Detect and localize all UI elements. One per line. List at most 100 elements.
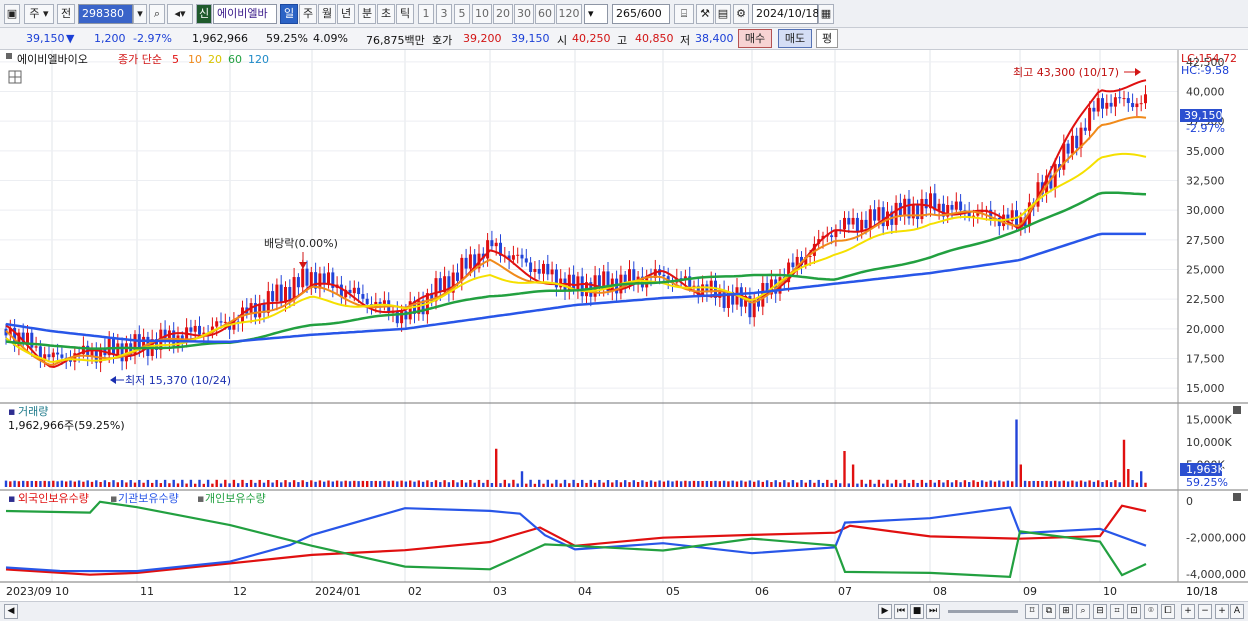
eval-button[interactable]: 평 (816, 29, 838, 48)
volume-bar (899, 483, 902, 487)
layout-icon[interactable]: ▣ (4, 4, 20, 24)
volume-bar (946, 480, 949, 487)
first-page-icon[interactable]: ⏮ (894, 604, 908, 619)
volume-bar (787, 482, 790, 487)
candle-body (296, 277, 300, 288)
chart-scrollbar[interactable]: ◀ ▶ ⏮ ■ ⏭ ⌑ ⧉ ⊞ ⌕ ⊟ ⌗ ⊡ ⌾ ⧠ + − + A (0, 601, 1248, 621)
buy-button[interactable]: 매수 (738, 29, 772, 48)
code-dropdown-icon[interactable]: ▾ (133, 4, 147, 24)
zoom-tool-3-icon[interactable]: ⊞ (1059, 604, 1073, 619)
volume-bar (851, 464, 855, 487)
volume-bar (387, 481, 390, 487)
interval-120[interactable]: 120 (556, 4, 582, 24)
interval-1[interactable]: 1 (418, 4, 434, 24)
holdings-close-icon[interactable] (1233, 493, 1241, 501)
volume-bar (649, 480, 653, 487)
zoom-tool-5-icon[interactable]: ⊟ (1093, 604, 1107, 619)
volume-bar (327, 480, 330, 487)
sell-button[interactable]: 매도 (778, 29, 812, 48)
x-tick: 02 (408, 585, 422, 598)
volume-close-icon[interactable] (1233, 406, 1241, 414)
speaker-icon[interactable]: ◂▾ (167, 4, 193, 24)
x-tick: 05 (666, 585, 680, 598)
zoom-tool-6-icon[interactable]: ⌗ (1110, 604, 1124, 619)
x-tick: 09 (1023, 585, 1037, 598)
volume-bar (589, 479, 592, 487)
candle-body (1083, 127, 1087, 131)
period-month[interactable]: 월 (318, 4, 336, 24)
date-input[interactable]: 2024/10/18 (752, 4, 819, 24)
panel-handle-icon[interactable] (6, 53, 12, 59)
zoom-tool-2-icon[interactable]: ⧉ (1042, 604, 1056, 619)
scroll-left-icon[interactable]: ◀ (4, 604, 18, 619)
volume-bar (636, 481, 640, 487)
price-tick: 30,000 (1186, 204, 1225, 217)
volume-bar (133, 482, 137, 487)
quote-label: 호가 (432, 34, 453, 47)
stop-icon[interactable]: ■ (910, 604, 924, 619)
zoom-tool-1-icon[interactable]: ⌑ (1025, 604, 1039, 619)
candle-body (851, 217, 855, 225)
count-field[interactable]: 265/600 (612, 4, 670, 24)
period-second[interactable]: 초 (377, 4, 395, 24)
zoom-in-icon[interactable]: + (1181, 604, 1195, 619)
volume-bar (1131, 480, 1134, 487)
volume-bar (546, 479, 549, 487)
chart-type-icon[interactable]: ⌸ (674, 4, 694, 24)
volume-bar (189, 479, 193, 487)
period-tick[interactable]: 틱 (396, 4, 414, 24)
interval-5[interactable]: 5 (454, 4, 470, 24)
reset-icon[interactable]: + (1215, 604, 1229, 619)
interval-30[interactable]: 30 (514, 4, 534, 24)
x-tick: 10 (1103, 585, 1117, 598)
volume-bar (563, 479, 567, 487)
font-size-icon[interactable]: A (1230, 604, 1244, 619)
search-icon[interactable]: ⌕ (149, 4, 165, 24)
zoom-tool-4-icon[interactable]: ⌕ (1076, 604, 1090, 619)
zoom-slider[interactable] (948, 610, 1018, 613)
volume-bar (624, 480, 627, 487)
price-tick: 32,500 (1186, 175, 1225, 188)
legend-sep-1: ▪ (110, 492, 117, 505)
chart-area[interactable]: 에이비엘바이오 종가 단순 5 10 20 60 120 최고 43,300 (… (0, 50, 1248, 601)
interval-3[interactable]: 3 (436, 4, 452, 24)
period-day[interactable]: 일 (280, 4, 298, 24)
candle-body (288, 286, 292, 301)
prev-button[interactable]: 전 (57, 4, 75, 24)
market-select[interactable]: 주 ▾ (24, 4, 54, 24)
volume-bar (447, 482, 451, 487)
candle-body (215, 321, 219, 327)
candle-body (533, 268, 537, 272)
period-year[interactable]: 년 (337, 4, 355, 24)
interval-60[interactable]: 60 (535, 4, 555, 24)
interval-dropdown[interactable]: ▾ (584, 4, 608, 24)
save-icon[interactable]: ▤ (715, 4, 731, 24)
zoom-out-icon[interactable]: − (1198, 604, 1212, 619)
scroll-right-icon[interactable]: ▶ (878, 604, 892, 619)
volume-bar (727, 481, 730, 487)
tools-icon[interactable]: ⚒ (696, 4, 714, 24)
stock-name-field[interactable]: 에이비엘바 (213, 4, 277, 24)
interval-10[interactable]: 10 (472, 4, 492, 24)
chart-toolbar: ▣ 주 ▾ 전 298380 ▾ ⌕ ◂▾ 신 에이비엘바 일 주 월 년 분 … (0, 0, 1248, 28)
calendar-icon[interactable]: ▦ (818, 4, 834, 24)
zoom-tool-8-icon[interactable]: ⌾ (1144, 604, 1158, 619)
period-week[interactable]: 주 (299, 4, 317, 24)
zoom-tool-7-icon[interactable]: ⊡ (1127, 604, 1141, 619)
volume-bar (529, 479, 532, 487)
stock-code-input[interactable]: 298380 (78, 4, 133, 24)
legend-ma60: 60 (228, 53, 242, 66)
x-tick: 12 (233, 585, 247, 598)
gear-icon[interactable]: ⚙ (733, 4, 749, 24)
legend-close: 종가 단순 (118, 53, 162, 66)
interval-20[interactable]: 20 (493, 4, 513, 24)
volume-bar (176, 483, 180, 487)
zoom-tool-9-icon[interactable]: ⧠ (1161, 604, 1175, 619)
period-minute[interactable]: 분 (358, 4, 376, 24)
candle-body (193, 325, 197, 332)
x-end-label: 10/18 (1186, 585, 1218, 598)
volume-bar (968, 482, 971, 487)
candle-body (580, 276, 584, 297)
volume-bar (903, 479, 906, 487)
last-page-icon[interactable]: ⏭ (926, 604, 940, 619)
